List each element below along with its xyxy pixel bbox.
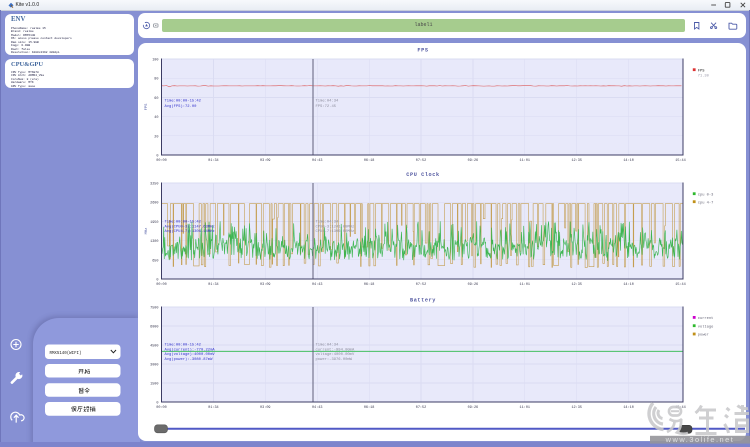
svg-text:04:43: 04:43 (312, 283, 323, 287)
svg-text:Time:00:00-15:42: Time:00:00-15:42 (165, 99, 202, 104)
svg-text:0: 0 (156, 155, 158, 159)
svg-text:09:26: 09:26 (468, 406, 479, 410)
svg-text:Time:04:34: Time:04:34 (316, 343, 340, 348)
svg-text:current: current (698, 317, 714, 321)
svg-text:07:52: 07:52 (416, 159, 427, 163)
svg-text:4500: 4500 (150, 345, 158, 349)
svg-text:07:52: 07:52 (416, 283, 427, 287)
svg-text:1500: 1500 (150, 383, 158, 387)
svg-text:Avg(voltage):4000.00mV: Avg(voltage):4000.00mV (165, 352, 216, 357)
svg-text:03:09: 03:09 (260, 159, 271, 163)
svg-text:Avg(CPU0-3):1147.63MHz: Avg(CPU0-3):1147.63MHz (165, 224, 215, 229)
svg-text:14:10: 14:10 (623, 283, 634, 287)
svg-text:FPS: FPS (417, 47, 428, 53)
svg-text:650: 650 (152, 259, 158, 263)
svg-text:60: 60 (154, 97, 158, 101)
svg-text:Battery: Battery (410, 297, 436, 303)
svg-text:voltage:4000.00mV: voltage:4000.00mV (316, 352, 355, 357)
svg-text:power: power (698, 334, 709, 338)
svg-text:Time:04:34: Time:04:34 (316, 99, 340, 104)
svg-text:MHz: MHz (145, 228, 149, 235)
svg-text:09:26: 09:26 (468, 283, 479, 287)
svg-text:71.30: 71.30 (698, 74, 709, 78)
svg-text:Avg(current):-770.22mA: Avg(current):-770.22mA (165, 347, 216, 352)
svg-text:12:35: 12:35 (571, 283, 582, 287)
svg-text:7500: 7500 (150, 307, 158, 311)
svg-text:Avg(CPU4-7):1306.14MHz: Avg(CPU4-7):1306.14MHz (165, 229, 215, 234)
svg-text:00:00: 00:00 (156, 283, 167, 287)
svg-text:12:35: 12:35 (571, 159, 582, 163)
svg-text:FPS: FPS (145, 103, 149, 111)
svg-text:0: 0 (156, 279, 158, 283)
svg-text:Time:00:00-15:42: Time:00:00-15:42 (165, 343, 202, 348)
svg-text:04:43: 04:43 (312, 159, 323, 163)
svg-text:20: 20 (154, 135, 158, 139)
svg-text:3000: 3000 (150, 364, 158, 368)
svg-text:www.3olife.net: www.3olife.net (665, 435, 735, 444)
svg-text:power:-3976.00mW: power:-3976.00mW (316, 357, 353, 362)
svg-text:06:18: 06:18 (364, 406, 375, 410)
svg-text:11:01: 11:01 (520, 159, 531, 163)
svg-text:cpu 4-7: cpu 4-7 (698, 201, 714, 205)
svg-text:03:09: 03:09 (260, 406, 271, 410)
svg-text:14:10: 14:10 (623, 159, 634, 163)
svg-text:00:00: 00:00 (156, 159, 167, 163)
svg-text:CPU4-7:1306.00MHz: CPU4-7:1306.00MHz (316, 230, 355, 234)
svg-text:6000: 6000 (150, 326, 158, 330)
svg-text:40: 40 (154, 116, 158, 120)
svg-text:Avg(FPS):72.00: Avg(FPS):72.00 (165, 104, 198, 109)
svg-text:Time:04:34: Time:04:34 (316, 220, 340, 225)
svg-text:RMX5140(WIFI): RMX5140(WIFI) (50, 351, 82, 356)
svg-text:09:26: 09:26 (468, 159, 479, 163)
svg-text:1950: 1950 (150, 221, 158, 225)
svg-text:CPU Clock: CPU Clock (406, 172, 439, 178)
svg-text:01:34: 01:34 (208, 159, 219, 163)
svg-text:03:09: 03:09 (260, 283, 271, 287)
svg-text:11:01: 11:01 (520, 283, 531, 287)
svg-text:01:34: 01:34 (208, 283, 219, 287)
svg-text:12:35: 12:35 (571, 406, 582, 410)
svg-text:FPS: FPS (698, 69, 705, 73)
svg-text:11:01: 11:01 (520, 406, 531, 410)
svg-text:current:-994.00mA: current:-994.00mA (316, 347, 355, 352)
svg-text:06:18: 06:18 (364, 159, 375, 163)
svg-text:07:52: 07:52 (416, 406, 427, 410)
svg-text:15:44: 15:44 (675, 159, 686, 163)
svg-text:voltage: voltage (698, 324, 714, 329)
svg-text:CPU0-3:1241.00MHz: CPU0-3:1241.00MHz (316, 225, 355, 229)
svg-text:1300: 1300 (150, 240, 158, 244)
svg-text:Avg(power):-3080.87mW: Avg(power):-3080.87mW (165, 357, 214, 362)
svg-text:14:10: 14:10 (623, 406, 634, 410)
svg-text:04:43: 04:43 (312, 406, 323, 410)
svg-text:cpu 0-3: cpu 0-3 (698, 193, 714, 197)
svg-text:FPS:72.45: FPS:72.45 (316, 105, 337, 109)
svg-text:Time:00:00-15:42: Time:00:00-15:42 (165, 220, 202, 225)
svg-text:3250: 3250 (150, 183, 158, 187)
svg-text:0: 0 (156, 402, 158, 406)
svg-text:100: 100 (152, 59, 158, 63)
svg-text:06:18: 06:18 (364, 283, 375, 287)
svg-text:2600: 2600 (150, 202, 158, 206)
svg-text:00:00: 00:00 (156, 406, 167, 410)
svg-text:15:44: 15:44 (675, 283, 686, 287)
svg-text:01:34: 01:34 (208, 406, 219, 410)
svg-text:80: 80 (154, 78, 158, 82)
